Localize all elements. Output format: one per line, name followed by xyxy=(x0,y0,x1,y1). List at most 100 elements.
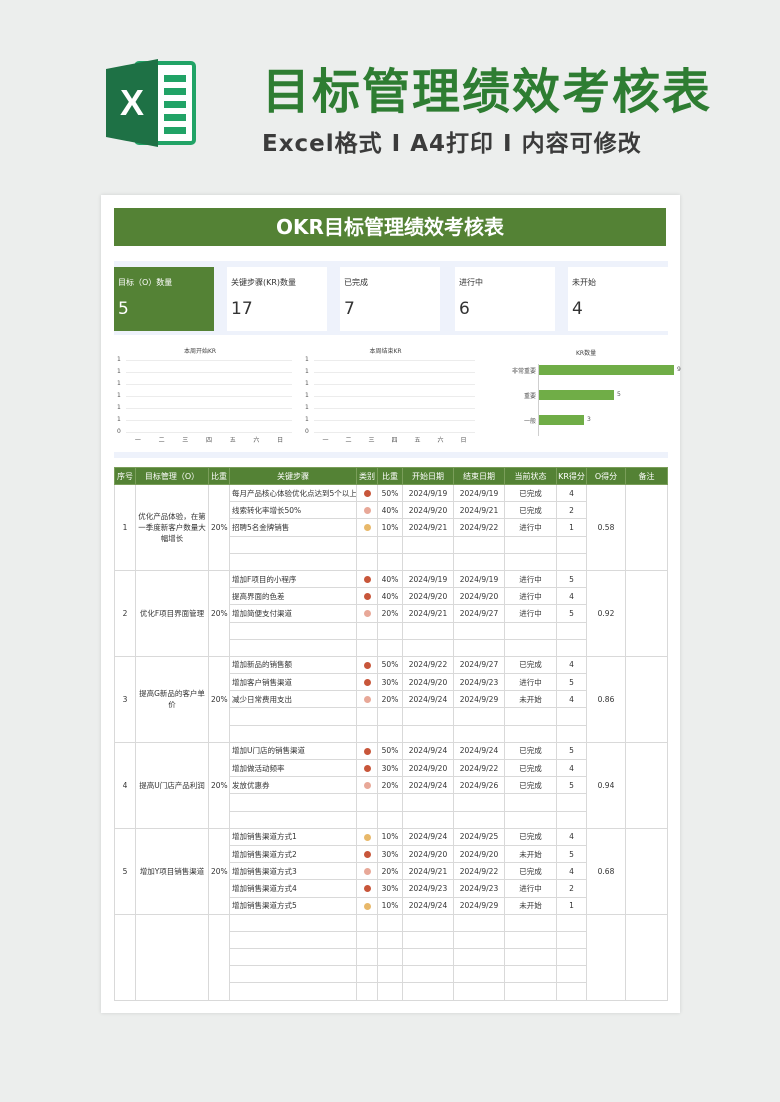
empty-cell xyxy=(453,948,505,967)
x-tick-label: 五 xyxy=(229,437,236,444)
x-tick-label: 一 xyxy=(134,437,141,444)
chart-title: 本周结束KR xyxy=(369,348,402,355)
objective-cell: 提高G新品的客户单价 xyxy=(135,655,209,743)
category-cell xyxy=(356,776,378,795)
start-date-cell: 2024/9/21 xyxy=(402,862,454,881)
kr-score-cell: 5 xyxy=(556,844,587,864)
x-tick-label: 三 xyxy=(182,437,189,444)
bar-value-label: 5 xyxy=(617,391,621,398)
x-tick-label: 三 xyxy=(368,437,375,444)
category-cell xyxy=(356,827,378,846)
objective-cell: 优化产品体验，在第一季度新客户数量大幅增长 xyxy=(135,484,209,571)
empty-cell xyxy=(377,930,403,950)
kr-weight-cell: 30% xyxy=(377,758,403,778)
kr-step-cell: 增加销售渠道方式4 xyxy=(229,879,357,898)
priority-dot xyxy=(363,610,371,618)
x-tick-label: 二 xyxy=(345,437,352,444)
priority-dot xyxy=(363,833,371,841)
row-number-cell: 5 xyxy=(114,827,136,915)
empty-cell xyxy=(402,724,454,743)
end-date-cell: 2024/9/27 xyxy=(453,655,505,675)
empty-cell xyxy=(402,621,454,640)
o-score-cell: 0.92 xyxy=(586,569,626,657)
empty-cell xyxy=(453,707,505,726)
status-cell: 未开始 xyxy=(504,690,557,709)
table-row: 5 增加Y项目销售渠道 20% 增加销售渠道方式1 10% 2024/9/24 2024/9… xyxy=(114,827,668,915)
empty-cell xyxy=(229,638,357,657)
column-header: 目标管理（O） xyxy=(135,467,209,485)
empty-cell xyxy=(377,948,403,967)
kr-weight-cell: 40% xyxy=(377,587,403,606)
empty-cell xyxy=(356,913,378,932)
empty-cell xyxy=(402,810,454,829)
end-date-cell: 2024/9/19 xyxy=(453,483,505,503)
priority-dot xyxy=(363,868,371,876)
column-header: 比重 xyxy=(208,467,230,485)
end-date-cell: 2024/9/20 xyxy=(453,587,505,606)
empty-cell xyxy=(229,913,357,932)
empty-cell xyxy=(504,930,557,950)
start-date-cell: 2024/9/22 xyxy=(402,655,454,675)
gridline xyxy=(126,384,292,385)
empty-cell xyxy=(356,621,378,640)
empty-cell xyxy=(556,621,587,640)
row-number-cell: 2 xyxy=(114,569,136,657)
kpi-done: 已完成 7 xyxy=(340,267,440,331)
empty-cell xyxy=(356,810,378,829)
kr-weight-cell: 20% xyxy=(377,604,403,623)
kr-weight-cell: 50% xyxy=(377,483,403,503)
empty-cell xyxy=(402,535,454,554)
x-tick-label: 日 xyxy=(460,437,467,444)
empty-cell xyxy=(504,535,557,554)
priority-dot xyxy=(363,747,371,755)
kpi-label: 目标（O）数量 xyxy=(118,278,173,287)
status-cell: 进行中 xyxy=(504,604,557,623)
priority-dot xyxy=(363,885,371,893)
end-date-cell: 2024/9/22 xyxy=(453,862,505,881)
y-tick-label: 1 xyxy=(117,404,121,411)
remark-cell xyxy=(625,569,668,657)
empty-cell xyxy=(377,638,403,657)
column-header: 备注 xyxy=(625,467,668,485)
category-cell xyxy=(356,483,378,503)
bar-value-label: 9 xyxy=(677,366,681,373)
empty-cell xyxy=(556,552,587,571)
empty-cell xyxy=(453,810,505,829)
empty-cell xyxy=(453,621,505,640)
objective-weight-cell: 20% xyxy=(208,741,230,829)
priority-dot xyxy=(363,679,371,687)
kr-step-cell: 减少日常费用支出 xyxy=(229,690,357,709)
end-date-cell: 2024/9/22 xyxy=(453,518,505,537)
o-score-cell: 0.58 xyxy=(586,484,626,571)
bar xyxy=(539,415,584,425)
start-date-cell: 2024/9/20 xyxy=(402,844,454,864)
gridline xyxy=(126,396,292,397)
bar-category-label: 重要 xyxy=(523,393,536,400)
empty-cell xyxy=(453,552,505,571)
o-score-cell xyxy=(586,913,626,1001)
empty-cell xyxy=(356,982,378,1001)
remark-cell xyxy=(625,741,668,829)
bar-category-label: 非常重要 xyxy=(511,368,536,375)
priority-dot xyxy=(363,490,371,498)
kpi-value: 5 xyxy=(118,299,129,319)
empty-cell xyxy=(453,724,505,743)
kr-score-cell: 4 xyxy=(556,862,587,881)
empty-cell xyxy=(556,535,587,554)
banner-title: 目标管理绩效考核表 xyxy=(262,64,713,120)
kpi-not-started: 未开始 4 xyxy=(568,267,668,331)
kr-weight-cell: 30% xyxy=(377,673,403,692)
empty-cell xyxy=(356,948,378,967)
empty-cell xyxy=(356,930,378,950)
priority-dot xyxy=(363,902,371,910)
empty-cell xyxy=(377,913,403,932)
empty-cell xyxy=(377,621,403,640)
category-cell xyxy=(356,862,378,881)
empty-cell xyxy=(504,810,557,829)
column-header: 当前状态 xyxy=(504,467,557,485)
empty-cell xyxy=(402,707,454,726)
column-header: 比重 xyxy=(377,467,403,485)
category-cell xyxy=(356,741,378,761)
start-date-cell: 2024/9/24 xyxy=(402,741,454,761)
kr-weight-cell: 40% xyxy=(377,569,403,589)
